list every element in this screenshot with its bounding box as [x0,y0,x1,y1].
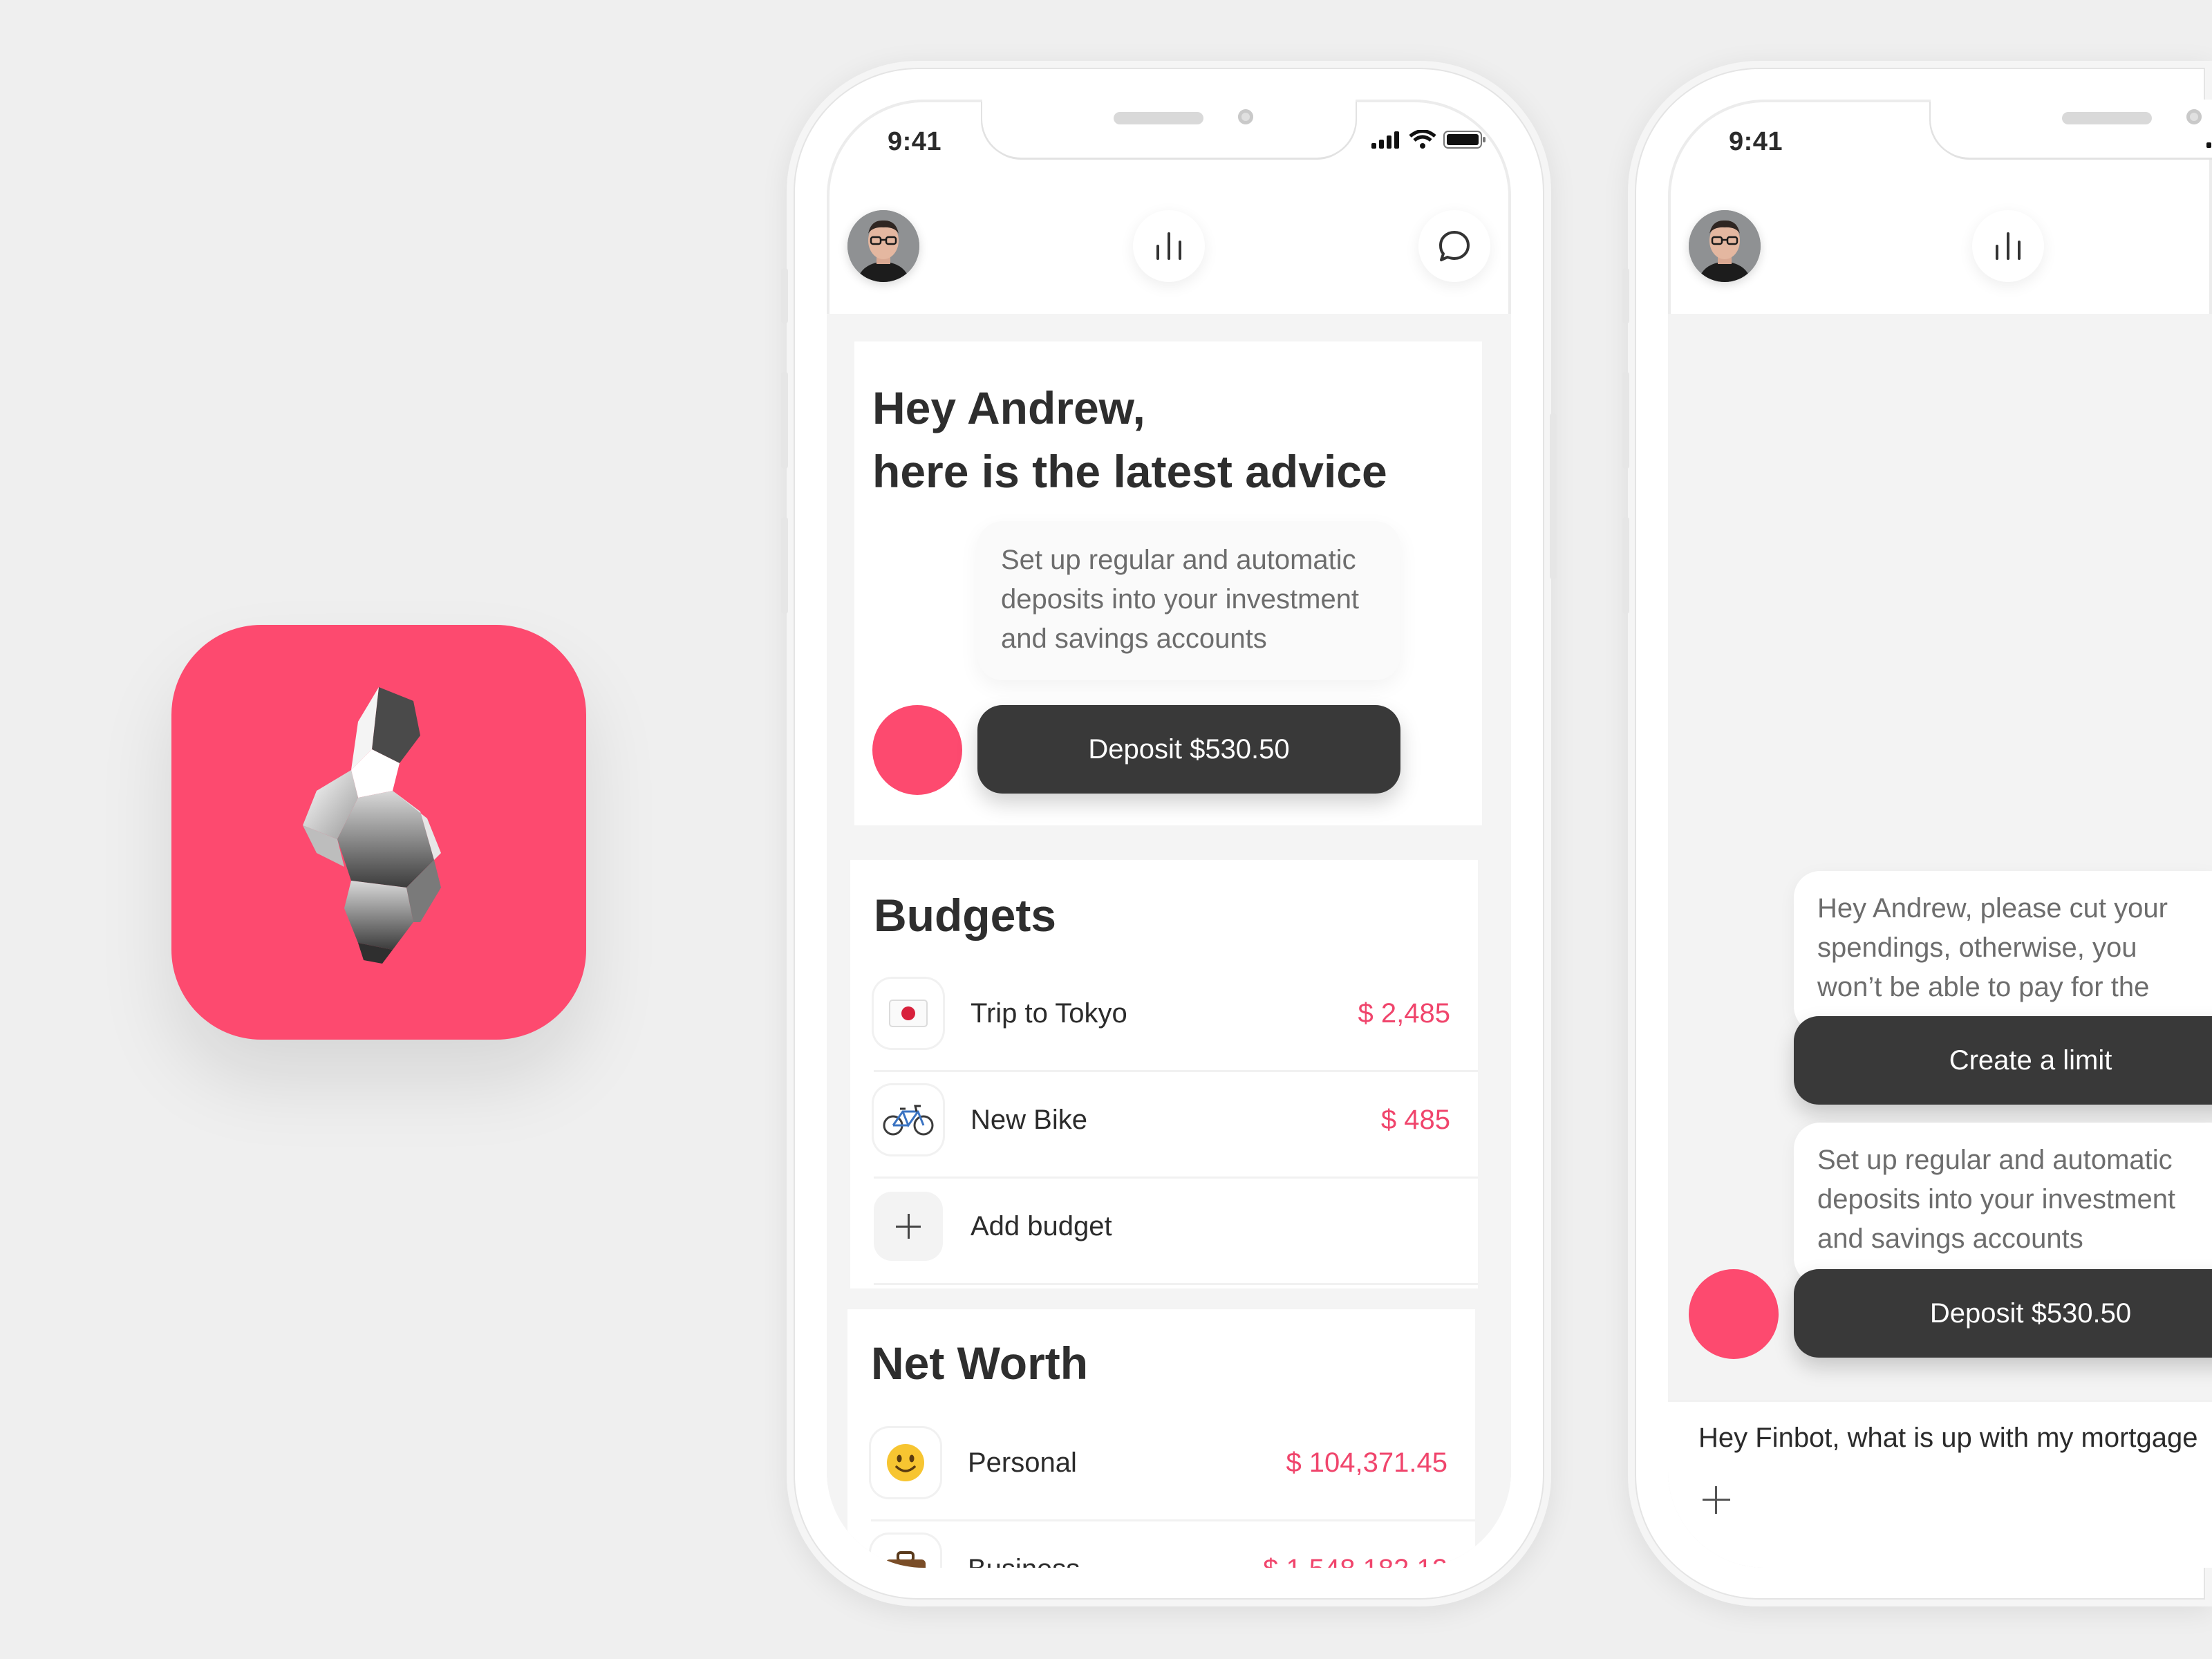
budget-label: Trip to Tokyo [971,998,1127,1029]
net-worth-card: Net Worth Personal $ 104,371.45 Business… [847,1309,1475,1568]
advice-title: Hey Andrew, here is the latest advice [872,376,1387,503]
avatar[interactable] [847,210,919,282]
status-time: 9:41 [888,127,942,156]
budget-amount: $ 2,485 [1358,998,1450,1029]
avatar[interactable] [1689,210,1761,282]
status-icons [2206,130,2212,148]
net-worth-title: Net Worth [871,1338,1089,1389]
avatar-photo [847,210,919,282]
advice-title-line-2: here is the latest advice [872,446,1387,497]
bar-chart-icon [1996,232,2021,260]
crumpled-paper-sculpture-logo [303,687,441,964]
phone-frame-chat: 9:41 Hey Andrew, please cut your spendin… [1622,61,2212,1606]
notch [982,100,1356,158]
phone-frame-home: 9:41 Hey Andrew, here is the latest advi… [781,61,1557,1606]
bar-chart-icon [1156,232,1181,260]
wifi-icon [1409,130,1436,149]
budgets-title: Budgets [874,890,1056,941]
avatar-photo [1689,210,1761,282]
add-budget-row[interactable]: Add budget [874,1177,1478,1285]
bicycle-icon [874,1085,943,1154]
net-worth-label: Business [968,1554,1080,1568]
budget-row-new-bike[interactable]: New Bike $ 485 [874,1070,1478,1179]
net-worth-row-business[interactable]: Business $ 1,548,182.12 [871,1519,1475,1568]
add-budget-label: Add budget [971,1211,1112,1241]
budget-amount: $ 485 [1380,1105,1450,1135]
assistant-avatar-dot [872,705,962,795]
top-bar [847,210,1490,286]
japan-flag-icon [874,979,943,1048]
bot-message: Set up regular and automatic deposits in… [1794,1123,2212,1284]
status-time: 9:41 [1729,127,1783,156]
net-worth-amount: $ 104,371.45 [1286,1447,1447,1478]
bot-message: Hey Andrew, please cut your spendings, o… [1794,871,2212,1042]
signal-icon [1371,131,1399,149]
budget-label: New Bike [971,1105,1087,1135]
deposit-button[interactable]: Deposit $530.50 [977,705,1400,794]
net-worth-label: Personal [968,1447,1077,1478]
app-icon [171,625,586,1040]
status-icons [1371,130,1486,149]
chat-bubble-icon [1439,231,1470,261]
stats-button[interactable] [1133,210,1205,282]
advice-card: Hey Andrew, here is the latest advice Se… [854,341,1482,825]
message-composer[interactable]: Hey Finbot, what is up with my mortgage [1668,1400,2212,1568]
advice-message: Set up regular and automatic deposits in… [977,521,1400,680]
home-screen: 9:41 Hey Andrew, here is the latest advi… [827,100,1511,1568]
battery-icon [1443,131,1485,149]
home-feed: Hey Andrew, here is the latest advice Se… [827,314,1511,1568]
chat-screen: 9:41 Hey Andrew, please cut your spendin… [1668,100,2212,1568]
chat-feed: Hey Andrew, please cut your spendings, o… [1668,314,2212,1568]
stats-button[interactable] [1972,210,2044,282]
assistant-avatar-dot [1689,1269,1779,1359]
budgets-card: Budgets Trip to Tokyo $ 2,485 New Bike $… [850,860,1478,1288]
budget-row-trip-to-tokyo[interactable]: Trip to Tokyo $ 2,485 [874,964,1478,1072]
notch [1931,100,2212,158]
deposit-button[interactable]: Deposit $530.50 [1794,1269,2212,1358]
net-worth-row-personal[interactable]: Personal $ 104,371.45 [871,1413,1475,1521]
plus-icon [874,1192,943,1261]
advice-title-line-1: Hey Andrew, [872,382,1145,433]
briefcase-icon [871,1535,940,1568]
top-bar [1689,210,2212,286]
net-worth-amount: $ 1,548,182.12 [1263,1554,1447,1568]
smiley-icon [871,1428,940,1497]
chat-button[interactable] [1418,210,1490,282]
message-input[interactable]: Hey Finbot, what is up with my mortgage [1698,1423,2198,1454]
create-limit-button[interactable]: Create a limit [1794,1016,2212,1105]
signal-icon [2206,142,2211,148]
plus-icon[interactable] [1701,1485,1732,1515]
